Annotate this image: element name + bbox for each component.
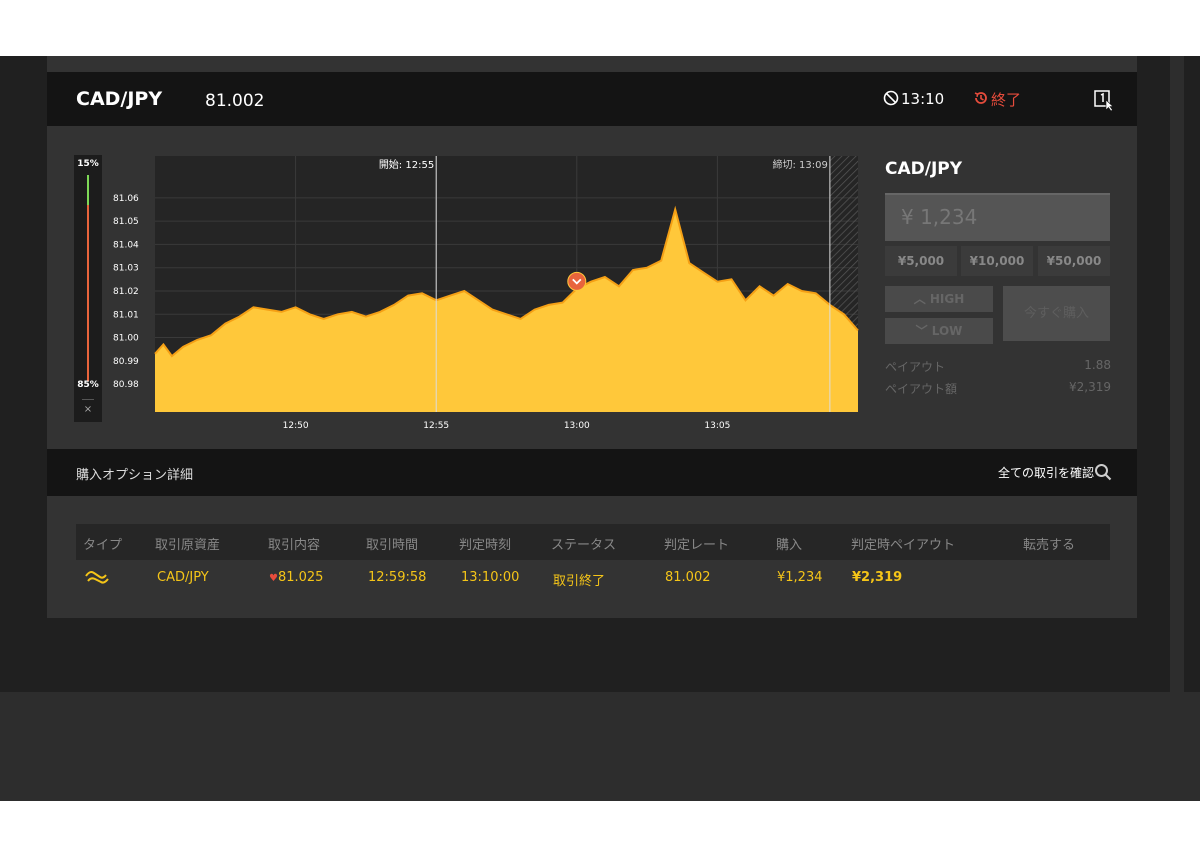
y-tick-label: 81.02	[113, 287, 139, 297]
trade-panel: CAD/JPY 81.002 13:10 終了 15% 85% × 81.06 …	[47, 56, 1137, 618]
expiry-time: 13:10	[901, 90, 945, 108]
row-trade-time: 12:59:58	[368, 570, 427, 585]
one-click-icon[interactable]	[1093, 89, 1115, 111]
row-content: ♥81.025	[269, 570, 323, 585]
current-rate: 81.002	[205, 91, 265, 111]
y-tick-label: 81.04	[113, 240, 139, 250]
col-asset: 取引原資産	[155, 538, 221, 553]
y-tick-label: 81.06	[113, 194, 139, 204]
search-icon[interactable]	[1094, 463, 1112, 481]
row-payout: ¥2,319	[852, 570, 903, 585]
low-direction-icon: ♥	[269, 573, 278, 584]
sentiment-low-percent: 85%	[77, 380, 99, 390]
status-ended: 終了	[991, 91, 1022, 109]
sentiment-bar	[87, 175, 89, 381]
y-tick-label: 81.01	[113, 310, 139, 320]
amount-input[interactable]: ¥ 1,234	[885, 193, 1110, 241]
deadline-label: 締切: 13:09	[773, 158, 828, 171]
payout-label: ペイアウト	[885, 360, 946, 374]
row-purchase: ¥1,234	[777, 570, 823, 585]
quick-amount-10000[interactable]: ¥10,000	[961, 246, 1033, 276]
sentiment-divider	[82, 399, 94, 400]
buy-now-button[interactable]: 今すぐ購入	[1003, 286, 1110, 341]
entry-marker-icon	[567, 271, 587, 291]
price-chart: 81.06 81.05 81.04 81.03 81.02 81.01 81.00 80.99…	[113, 156, 859, 431]
x-tick-label: 13:05	[704, 421, 730, 431]
sentiment-meter: 15% 85% ×	[74, 155, 102, 422]
col-trade-time: 取引時間	[366, 538, 419, 553]
row-judge-rate: 81.002	[665, 570, 711, 585]
start-label: 開始: 12:55	[379, 158, 434, 171]
row-status: 取引終了	[553, 574, 606, 589]
high-low-type-icon	[85, 571, 109, 584]
payout-amount-label: ペイアウト額	[885, 382, 958, 396]
y-tick-label: 80.99	[113, 357, 139, 367]
col-content: 取引内容	[268, 538, 321, 553]
quick-amount-5000[interactable]: ¥5,000	[885, 246, 957, 276]
y-tick-label: 81.00	[113, 334, 139, 344]
col-status: ステータス	[551, 538, 617, 553]
asset-title: CAD/JPY	[76, 88, 163, 110]
payout-amount-value: ¥2,319	[1069, 380, 1111, 394]
no-entry-clock-icon	[883, 90, 899, 106]
footer-strip	[0, 692, 1200, 801]
x-tick-label: 12:50	[283, 421, 309, 431]
col-judge-time: 判定時刻	[459, 538, 512, 553]
history-icon	[974, 92, 987, 104]
chart-area: 15% 85% × 81.06 81.05 81.04 81.03 81.02 81.01…	[47, 126, 1137, 449]
asset-header: CAD/JPY 81.002 13:10 終了	[47, 72, 1137, 126]
scroll-track[interactable]	[1170, 56, 1184, 801]
close-icon[interactable]: ×	[74, 404, 102, 415]
col-payout: 判定時ペイアウト	[851, 538, 956, 553]
y-tick-label: 81.05	[113, 217, 139, 227]
purchase-detail-title: 購入オプション詳細	[76, 468, 194, 483]
y-tick-label: 80.98	[113, 380, 139, 390]
y-tick-label: 81.03	[113, 264, 139, 274]
quick-amount-50000[interactable]: ¥50,000	[1038, 246, 1110, 276]
high-button[interactable]: ︿ HIGH	[885, 286, 993, 312]
col-type: タイプ	[83, 538, 123, 553]
row-content-rate: 81.025	[277, 570, 324, 585]
col-judge-rate: 判定レート	[664, 538, 730, 553]
low-arrow-icon: ﹀	[915, 324, 932, 338]
order-asset-title: CAD/JPY	[885, 159, 963, 179]
sentiment-high-percent: 15%	[77, 159, 99, 169]
trade-table-header: タイプ 取引原資産 取引内容 取引時間 判定時刻 ステータス 判定レート 購入 …	[76, 524, 1110, 560]
col-resell: 転売する	[1023, 538, 1076, 553]
x-tick-label: 13:00	[564, 421, 590, 431]
low-label: LOW	[931, 324, 963, 338]
low-button[interactable]: ﹀ LOW	[885, 318, 993, 344]
col-purchase: 購入	[776, 538, 803, 553]
high-label: HIGH	[929, 292, 965, 306]
high-arrow-icon: ︿	[913, 292, 930, 306]
row-judge-time: 13:10:00	[461, 570, 520, 585]
purchase-detail-bar: 購入オプション詳細 全ての取引を確認	[47, 449, 1137, 496]
payout-value: 1.88	[1084, 358, 1111, 372]
view-all-trades-link[interactable]: 全ての取引を確認	[998, 464, 1094, 481]
table-row[interactable]: CAD/JPY ♥81.025 12:59:58 13:10:00 取引終了 8…	[76, 560, 1110, 596]
row-asset: CAD/JPY	[157, 570, 209, 585]
x-tick-label: 12:55	[423, 421, 449, 431]
